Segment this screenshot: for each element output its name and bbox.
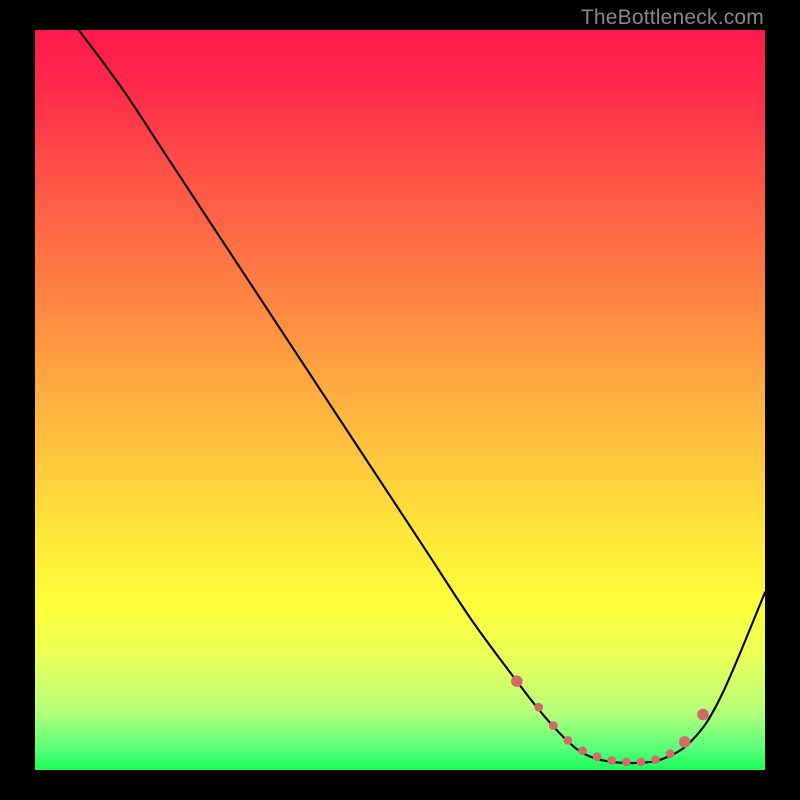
- plot-gradient-area: [35, 30, 765, 770]
- watermark-text: TheBottleneck.com: [581, 6, 764, 30]
- chart-container: TheBottleneck.com: [0, 0, 800, 800]
